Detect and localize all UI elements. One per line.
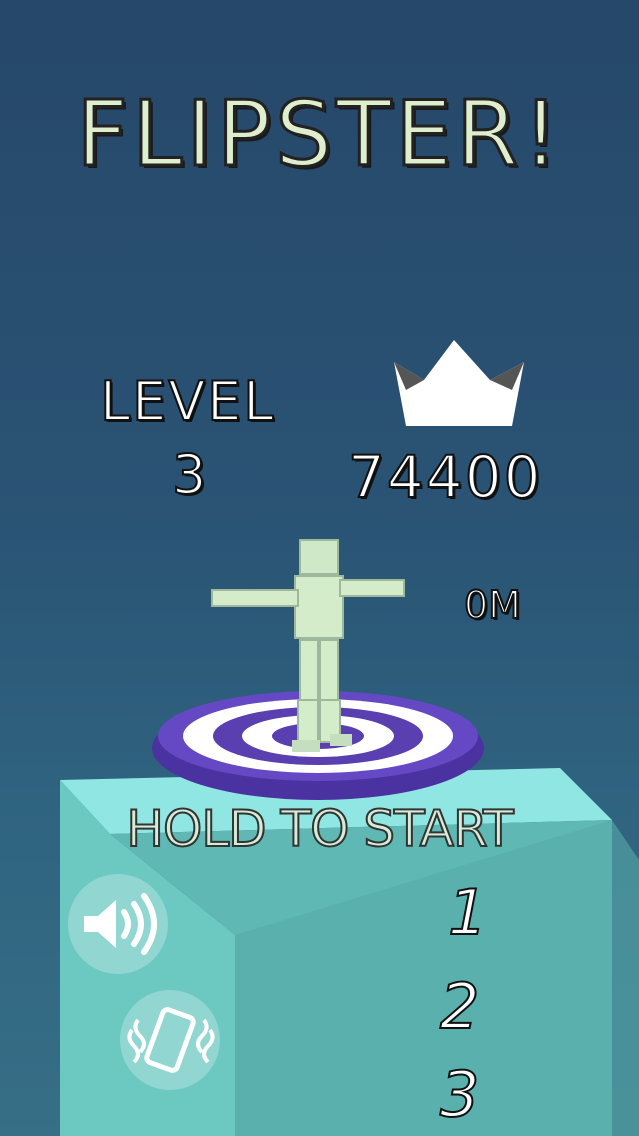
queue-item-1: 1 — [447, 875, 488, 950]
hold-to-start-prompt[interactable]: HOLD TO START — [0, 799, 639, 859]
game-title: FLIPSTER! — [75, 81, 563, 189]
best-score: 74400 — [347, 442, 543, 512]
level-number: 3 — [171, 442, 207, 507]
crown-icon — [394, 340, 524, 426]
queue-item-2: 2 — [439, 969, 480, 1044]
distance-readout: 0M — [463, 582, 522, 628]
vibration-toggle-button[interactable] — [120, 990, 220, 1090]
queue-item-3: 3 — [439, 1057, 480, 1132]
vibrate-phone-icon — [127, 1007, 215, 1073]
speaker-icon — [84, 893, 157, 955]
level-label: LEVEL — [99, 369, 276, 434]
sound-toggle-button[interactable] — [68, 874, 168, 974]
